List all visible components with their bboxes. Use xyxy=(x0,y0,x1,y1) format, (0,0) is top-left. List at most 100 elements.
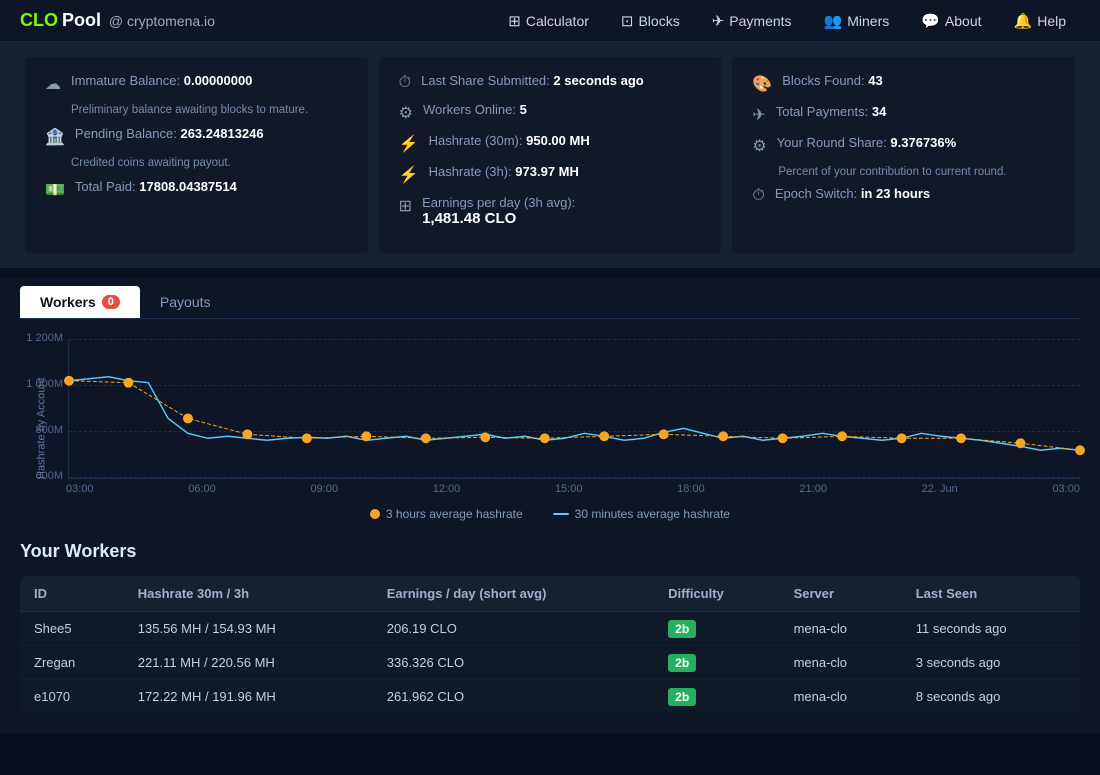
chart-area: Hashrate by Account 1 200M 1 000M 800M 6… xyxy=(20,339,1080,479)
round-share-icon: ⚙ xyxy=(752,136,766,156)
nav-items: ⊞ Calculator ⊡ Blocks ✈ Payments 👥 Miner… xyxy=(494,6,1080,36)
total-payments-icon: ✈ xyxy=(752,105,765,125)
legend-3h-dot xyxy=(370,509,380,519)
worker-earnings: 206.19 CLO xyxy=(373,612,654,646)
last-share-row: ⏱ Last Share Submitted: 2 seconds ago xyxy=(399,73,702,92)
tabs-section: Workers 0 Payouts xyxy=(0,278,1100,319)
pending-sub: Credited coins awaiting payout. xyxy=(45,157,348,169)
stats-banner: ☁ Immature Balance: 0.00000000 Prelimina… xyxy=(0,42,1100,268)
tab-workers[interactable]: Workers 0 xyxy=(20,286,140,318)
workers-badge: 0 xyxy=(102,295,120,309)
workers-title: Your Workers xyxy=(20,541,1080,562)
chart-main: 1 200M 1 000M 800M 600M xyxy=(68,339,1080,479)
hashrate-icon: ⚡ xyxy=(399,134,419,154)
col-earnings: Earnings / day (short avg) xyxy=(373,576,654,612)
col-id: ID xyxy=(20,576,124,612)
worker-last-seen: 11 seconds ago xyxy=(902,612,1080,646)
worker-server: mena-clo xyxy=(780,646,902,680)
workers-table-head: ID Hashrate 30m / 3h Earnings / day (sho… xyxy=(20,576,1080,612)
earnings-row: ⊞ Earnings per day (3h avg): 1,481.48 CL… xyxy=(399,195,702,227)
chart-y-label: Hashrate by Account xyxy=(20,339,58,479)
worker-difficulty: 2b xyxy=(654,680,779,714)
logo-clo: CLO xyxy=(20,10,58,31)
gear-icon: ⚙ xyxy=(399,103,413,123)
navbar: CLO Pool @ cryptomena.io ⊞ Calculator ⊡ … xyxy=(0,0,1100,42)
earnings-icon: ⊞ xyxy=(399,196,412,216)
hashrate30-row: ⚡ Hashrate (30m): 950.00 MH xyxy=(399,133,702,154)
clock-icon: ⏱ xyxy=(399,74,411,92)
tabs-row: Workers 0 Payouts xyxy=(20,278,1080,319)
workers-table-body: Shee5 135.56 MH / 154.93 MH 206.19 CLO 2… xyxy=(20,612,1080,714)
nav-calculator[interactable]: ⊞ Calculator xyxy=(494,6,603,36)
worker-hashrate: 135.56 MH / 154.93 MH xyxy=(124,612,373,646)
blocks-found-row: 🎨 Blocks Found: 43 xyxy=(752,73,1055,94)
col-hashrate: Hashrate 30m / 3h xyxy=(124,576,373,612)
nav-help[interactable]: 🔔 Help xyxy=(1000,6,1080,36)
worker-difficulty: 2b xyxy=(654,646,779,680)
table-row: e1070 172.22 MH / 191.96 MH 261.962 CLO … xyxy=(20,680,1080,714)
worker-earnings: 261.962 CLO xyxy=(373,680,654,714)
total-paid-row: 💵 Total Paid: 17808.04387514 xyxy=(45,179,348,200)
immature-balance-row: ☁ Immature Balance: 0.00000000 xyxy=(45,73,348,94)
worker-difficulty: 2b xyxy=(654,612,779,646)
diff-badge: 2b xyxy=(668,620,696,638)
worker-hashrate: 172.22 MH / 191.96 MH xyxy=(124,680,373,714)
legend-30m: 30 minutes average hashrate xyxy=(553,507,730,521)
workers-table-header-row: ID Hashrate 30m / 3h Earnings / day (sho… xyxy=(20,576,1080,612)
worker-id: e1070 xyxy=(20,680,124,714)
hashrate3h-row: ⚡ Hashrate (3h): 973.97 MH xyxy=(399,164,702,185)
about-icon: 💬 xyxy=(921,12,940,30)
worker-hashrate: 221.11 MH / 220.56 MH xyxy=(124,646,373,680)
chart-svg xyxy=(69,339,1080,478)
chart-legend: 3 hours average hashrate 30 minutes aver… xyxy=(20,507,1080,521)
nav-payments[interactable]: ✈ Payments xyxy=(698,6,806,36)
logo-pool: Pool xyxy=(62,10,101,31)
workers-table: ID Hashrate 30m / 3h Earnings / day (sho… xyxy=(20,576,1080,713)
immature-sub: Preliminary balance awaiting blocks to m… xyxy=(45,104,348,116)
nav-blocks[interactable]: ⊡ Blocks xyxy=(607,6,694,36)
epoch-icon: ⏱ xyxy=(752,187,764,205)
nav-miners[interactable]: 👥 Miners xyxy=(810,6,904,36)
col-last-seen: Last Seen xyxy=(902,576,1080,612)
worker-earnings: 336.326 CLO xyxy=(373,646,654,680)
epoch-switch-row: ⏱ Epoch Switch: in 23 hours xyxy=(752,186,1055,205)
worker-last-seen: 8 seconds ago xyxy=(902,680,1080,714)
worker-server: mena-clo xyxy=(780,612,902,646)
legend-3h: 3 hours average hashrate xyxy=(370,507,523,521)
chart-section: Hashrate by Account 1 200M 1 000M 800M 6… xyxy=(0,319,1100,531)
worker-server: mena-clo xyxy=(780,680,902,714)
col-difficulty: Difficulty xyxy=(654,576,779,612)
blocks-icon: ⊡ xyxy=(621,12,634,30)
nav-about[interactable]: 💬 About xyxy=(907,6,995,36)
worker-last-seen: 3 seconds ago xyxy=(902,646,1080,680)
hashrate3h-icon: ⚡ xyxy=(399,165,419,185)
worker-id: Zregan xyxy=(20,646,124,680)
workers-section: Your Workers ID Hashrate 30m / 3h Earnin… xyxy=(0,531,1100,733)
chart-x-axis: 03:00 06:00 09:00 12:00 15:00 18:00 21:0… xyxy=(20,483,1080,495)
diff-badge: 2b xyxy=(668,654,696,672)
round-sub: Percent of your contribution to current … xyxy=(752,166,1055,178)
diff-badge: 2b xyxy=(668,688,696,706)
total-payments-row: ✈ Total Payments: 34 xyxy=(752,104,1055,125)
stats-col-3: 🎨 Blocks Found: 43 ✈ Total Payments: 34 … xyxy=(732,57,1075,253)
legend-30m-line xyxy=(553,513,569,515)
table-row: Shee5 135.56 MH / 154.93 MH 206.19 CLO 2… xyxy=(20,612,1080,646)
cloud-icon: ☁ xyxy=(45,74,61,94)
table-row: Zregan 221.11 MH / 220.56 MH 336.326 CLO… xyxy=(20,646,1080,680)
logo: CLO Pool @ cryptomena.io xyxy=(20,10,215,31)
round-share-row: ⚙ Your Round Share: 9.376736% xyxy=(752,135,1055,156)
stats-col-1: ☁ Immature Balance: 0.00000000 Prelimina… xyxy=(25,57,368,253)
miners-icon: 👥 xyxy=(824,12,843,30)
stats-col-2: ⏱ Last Share Submitted: 2 seconds ago ⚙ … xyxy=(379,57,722,253)
tab-payouts[interactable]: Payouts xyxy=(140,286,231,318)
help-icon: 🔔 xyxy=(1014,12,1033,30)
bank-icon: 🏦 xyxy=(45,127,65,147)
workers-online-row: ⚙ Workers Online: 5 xyxy=(399,102,702,123)
logo-domain: @ cryptomena.io xyxy=(105,13,215,29)
col-server: Server xyxy=(780,576,902,612)
blocks-found-icon: 🎨 xyxy=(752,74,772,94)
worker-id: Shee5 xyxy=(20,612,124,646)
pending-balance-row: 🏦 Pending Balance: 263.24813246 xyxy=(45,126,348,147)
calculator-icon: ⊞ xyxy=(508,12,521,30)
money-icon: 💵 xyxy=(45,180,65,200)
